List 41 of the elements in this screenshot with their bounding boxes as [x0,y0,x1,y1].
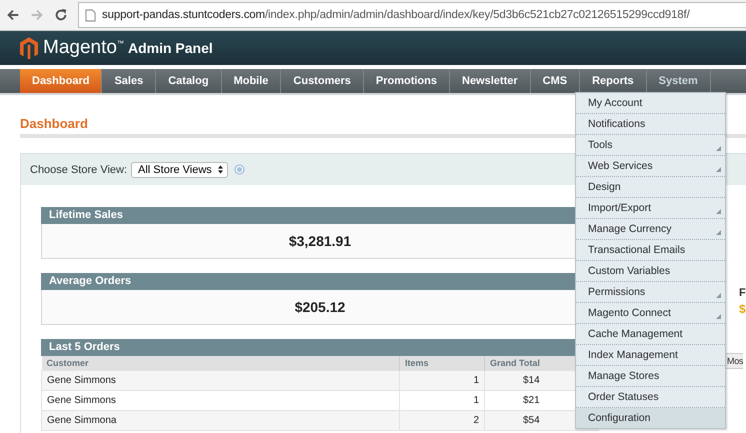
updown-arrows-icon [218,165,223,174]
table-cell: 1 [400,370,484,390]
column-header[interactable]: Customer [42,356,400,370]
menu-item[interactable]: Manage Stores [576,366,725,387]
menu-item[interactable]: Manage Currency [576,219,725,240]
header-subtitle: Admin Panel [128,40,213,56]
back-icon[interactable] [6,8,20,22]
nav-tab[interactable]: Sales [102,69,156,93]
table-cell: Gene Simmona [42,410,400,430]
menu-item[interactable]: My Account [576,93,725,114]
nav-tab[interactable]: Promotions [364,69,450,93]
logo-icon [20,37,38,59]
page-icon [85,8,96,22]
menu-item[interactable]: Tools [576,135,725,156]
store-view-select[interactable]: All Store Views [131,162,228,178]
menu-item[interactable]: Custom Variables [576,261,725,282]
menu-item[interactable]: Magento Connect [576,303,725,324]
table-cell: 2 [400,410,484,430]
stat-value: $ [739,302,746,316]
menu-item[interactable]: Index Management [576,345,725,366]
menu-item[interactable]: Transactional Emails [576,240,725,261]
column-header[interactable]: Items [400,356,484,370]
menu-item[interactable]: Configuration [576,408,725,428]
menu-item[interactable]: Notifications [576,114,725,135]
brand-name: Magento$^{™}$ [43,37,124,59]
menu-item[interactable]: Cache Management [576,324,725,345]
page-title: Dashboard [20,116,88,131]
section-header: F [739,287,746,299]
panel-tab[interactable]: Mos [725,353,744,369]
nav-tab[interactable]: Customers [281,69,364,93]
menu-item[interactable]: Permissions [576,282,725,303]
store-view-label: Choose Store View: [30,164,128,176]
table-cell: Gene Simmons [42,370,400,390]
nav-tab[interactable]: Newsletter [450,69,531,93]
menu-item[interactable]: Design [576,177,725,198]
nav-tab[interactable]: Catalog [156,69,222,93]
menu-item[interactable]: Import/Export [576,198,725,219]
reload-icon[interactable] [54,8,68,22]
address-field[interactable]: support-pandas.stuntcoders.com/index.php/admin/admin/dashboard/index/key/5d3b6c521cb27c02126515299ccd918f/ [78,2,746,28]
menu-item[interactable]: Web Services [576,156,725,177]
nav-tab[interactable]: Mobile [222,69,282,93]
